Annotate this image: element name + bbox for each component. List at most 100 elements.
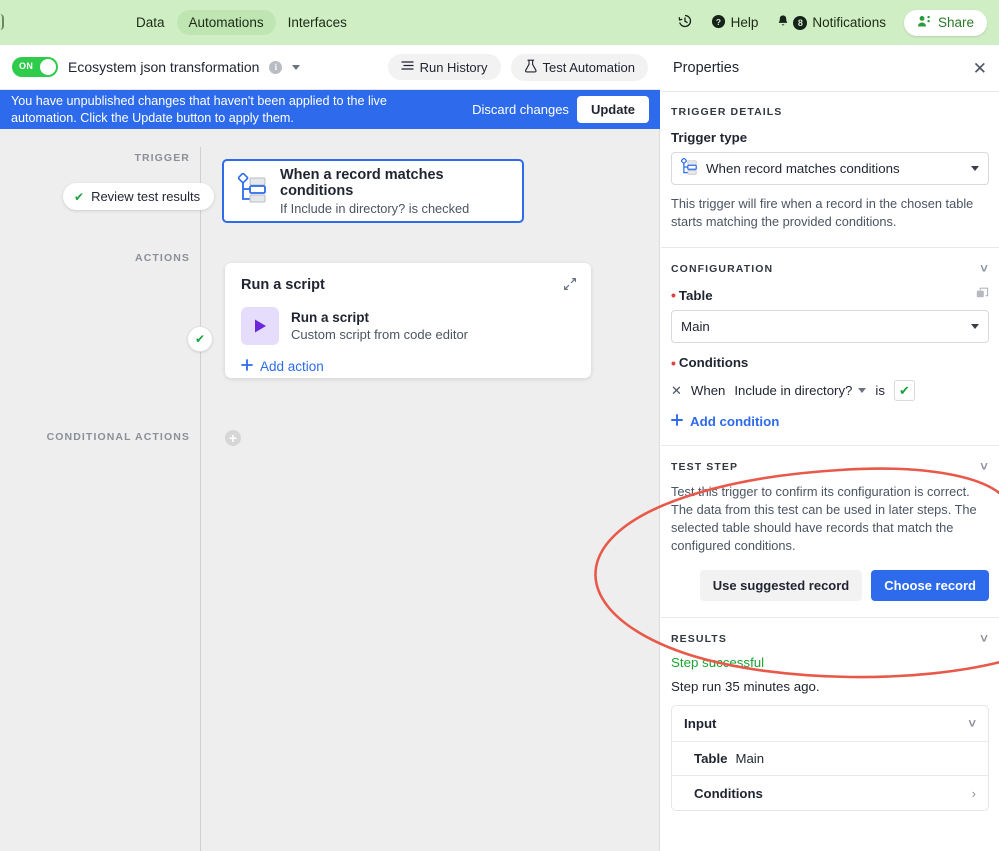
add-condition-label: Add condition [690, 414, 780, 429]
action-card-run-a-script[interactable]: Run a script Run a script Custom script … [225, 263, 591, 378]
section-label-trigger: TRIGGER [134, 152, 190, 164]
chevron-down-icon[interactable]: ˅ [980, 262, 989, 275]
flow-rail [200, 147, 201, 851]
automation-subheader: ON Ecosystem json transformation i Run H… [0, 45, 660, 90]
play-triangle-icon [241, 307, 279, 345]
help-label: Help [730, 15, 759, 30]
results-row-table: Table Main [672, 742, 988, 776]
results-input-header[interactable]: Input ˅ [672, 706, 988, 742]
svg-text:?: ? [716, 16, 721, 26]
table-select[interactable]: Main [671, 310, 989, 343]
plus-icon [671, 414, 683, 429]
test-step-label: TEST STEP [671, 460, 739, 473]
properties-header: Properties ✕ [661, 45, 999, 92]
chevron-down-icon [858, 388, 867, 393]
test-automation-button[interactable]: Test Automation [510, 53, 648, 81]
tab-automations[interactable]: Automations [176, 10, 276, 35]
action-item[interactable]: Run a script Custom script from code edi… [241, 307, 575, 345]
trigger-type-value: When record matches conditions [706, 161, 900, 176]
section-label-conditional-actions: CONDITIONAL ACTIONS [46, 431, 190, 443]
results-section: RESULTS ˅ Step successful Step run 35 mi… [661, 618, 999, 827]
test-step-section: TEST STEP ˅ Test this trigger to confirm… [661, 446, 999, 618]
review-chip-label: Review test results [91, 189, 201, 204]
results-run-time: Step run 35 minutes ago. [671, 679, 820, 694]
properties-panel: Properties ✕ TRIGGER DETAILS Trigger typ… [661, 45, 999, 851]
results-row-value: Main [735, 751, 765, 766]
test-step-buttons: Use suggested record Choose record [671, 570, 989, 601]
chevron-down-icon[interactable]: ˅ [980, 460, 989, 473]
add-action-label: Add action [260, 359, 324, 374]
flask-icon [524, 59, 537, 76]
chevron-right-icon: › [971, 785, 976, 801]
table-value: Main [681, 319, 710, 334]
properties-title: Properties [673, 60, 740, 76]
update-button[interactable]: Update [576, 96, 649, 123]
notifications-button[interactable]: 8 Notifications [776, 14, 886, 32]
record-matches-conditions-icon [680, 157, 698, 179]
action-item-text: Run a script Custom script from code edi… [291, 310, 468, 342]
chevron-down-icon [971, 324, 979, 329]
top-navigation-bar: Data Automations Interfaces ? Help 8 Not… [0, 0, 999, 45]
trigger-card-text: When a record matches conditions If Incl… [280, 167, 508, 216]
test-step-heading: TEST STEP ˅ [671, 460, 989, 473]
plus-circle-icon[interactable]: + [225, 430, 241, 446]
action-item-description: Custom script from code editor [291, 327, 469, 342]
people-icon [917, 15, 932, 31]
check-icon: ✔ [74, 189, 85, 204]
history-button[interactable] [677, 13, 693, 32]
chevron-down-icon[interactable] [292, 64, 301, 70]
run-history-button[interactable]: Run History [387, 54, 501, 80]
trigger-details-label: TRIGGER DETAILS [671, 106, 783, 118]
topbar-actions: ? Help 8 Notifications Share [677, 9, 999, 36]
trigger-details-heading: TRIGGER DETAILS [671, 106, 989, 118]
condition-operator: is [875, 383, 885, 398]
choose-record-button[interactable]: Choose record [871, 570, 989, 601]
automation-on-toggle[interactable]: ON [12, 57, 58, 77]
review-test-results-chip[interactable]: ✔ Review test results [63, 183, 215, 210]
required-asterisk: • [671, 354, 676, 371]
add-action-button[interactable]: Add action [241, 359, 575, 374]
share-button[interactable]: Share [903, 9, 987, 36]
close-icon[interactable]: ✕ [671, 383, 682, 399]
configuration-section: CONFIGURATION ˅ • Table Main • Condition… [661, 248, 999, 446]
trigger-type-select[interactable]: When record matches conditions [671, 152, 989, 185]
action-item-name: Run a script [291, 310, 370, 325]
configuration-heading: CONFIGURATION ˅ [671, 262, 989, 275]
add-condition-button[interactable]: Add condition [671, 414, 989, 429]
results-label: RESULTS [671, 632, 727, 645]
help-button[interactable]: ? Help [711, 14, 759, 32]
chevron-down-icon: ˅ [968, 716, 976, 731]
chevron-down-icon [971, 166, 979, 171]
expand-diagonal-icon[interactable] [563, 277, 577, 296]
tab-interfaces[interactable]: Interfaces [276, 10, 359, 35]
test-automation-label: Test Automation [542, 59, 636, 75]
discard-changes-button[interactable]: Discard changes [472, 102, 569, 117]
chevron-down-icon[interactable]: ˅ [980, 632, 989, 645]
configuration-label: CONFIGURATION [671, 262, 774, 275]
condition-field-value: Include in directory? [734, 383, 853, 398]
condition-when-label: When [690, 383, 726, 398]
trigger-type-label: Trigger type [671, 130, 748, 145]
workspace-area [0, 0, 124, 45]
table-field-label: • Table [671, 287, 989, 303]
info-circle-icon[interactable]: i [269, 60, 283, 74]
condition-value-checkbox[interactable]: ✔ [893, 380, 915, 401]
tab-data[interactable]: Data [124, 10, 177, 35]
results-heading: RESULTS ˅ [671, 632, 989, 645]
plus-icon [241, 359, 253, 374]
close-icon[interactable]: ✕ [973, 60, 987, 77]
app-root: Data Automations Interfaces ? Help 8 Not… [0, 0, 999, 851]
trigger-card[interactable]: When a record matches conditions If Incl… [222, 159, 524, 223]
required-asterisk: • [671, 287, 676, 303]
toggle-state-label: ON [19, 61, 34, 71]
trigger-helper-text: This trigger will fire when a record in … [671, 196, 974, 229]
condition-field-select[interactable]: Include in directory? [734, 383, 867, 398]
banner-message: You have unpublished changes that haven'… [11, 93, 387, 125]
run-history-label: Run History [419, 59, 488, 75]
trigger-card-title: When a record matches conditions [280, 166, 444, 199]
automation-title[interactable]: Ecosystem json transformation [68, 59, 259, 75]
use-suggested-record-button[interactable]: Use suggested record [699, 570, 863, 601]
results-row-conditions[interactable]: Conditions › [672, 776, 988, 810]
open-external-icon[interactable] [976, 287, 989, 303]
results-input-box: Input ˅ Table Main Conditions › [671, 705, 989, 811]
